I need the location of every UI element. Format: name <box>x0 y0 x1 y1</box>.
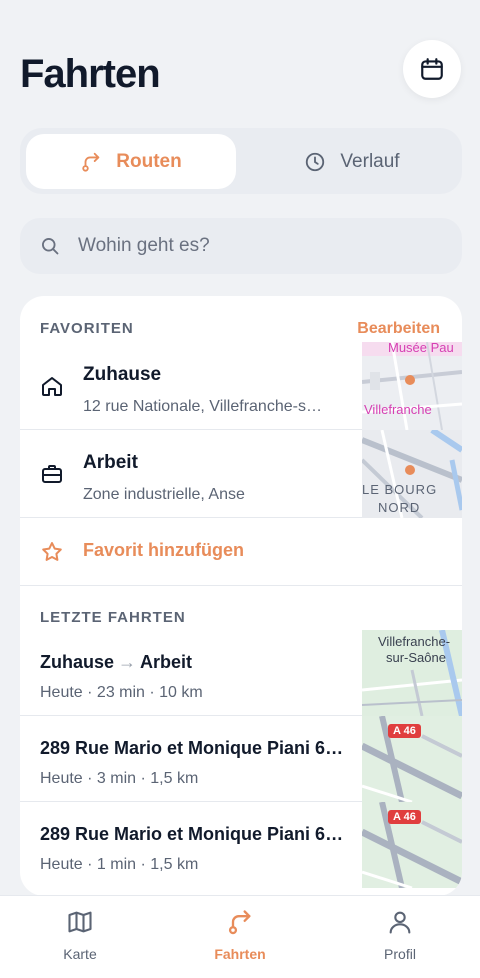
edit-favorites-button[interactable]: Bearbeiten <box>357 320 440 338</box>
trip-meta: Heute · 23 min · 10 km <box>40 684 203 701</box>
map-label: LE BOURG <box>362 482 438 497</box>
favorite-item-home[interactable]: Zuhause 12 rue Nationale, Villefranche-s… <box>20 342 462 430</box>
map-thumbnail: Villefranche- sur-Saône <box>362 630 462 716</box>
favorite-item-work[interactable]: Arbeit Zone industrielle, Anse LE BOURG … <box>20 430 462 518</box>
home-icon <box>42 377 62 396</box>
favorite-title: Zuhause <box>83 364 162 385</box>
favorites-section-label: FAVORITEN <box>40 320 134 337</box>
search-icon <box>42 238 59 255</box>
favorite-address: 12 rue Nationale, Villefranche-s… <box>83 398 322 415</box>
favorite-address: Zone industrielle, Anse <box>83 486 245 503</box>
favorite-title: Arbeit <box>83 452 138 473</box>
map-thumbnail: A 46 <box>362 802 462 888</box>
road-badge: A 46 <box>388 810 421 824</box>
search-bar[interactable] <box>20 218 462 274</box>
map-label: sur-Saône <box>386 650 446 665</box>
tab-map[interactable]: Karte <box>20 908 140 962</box>
map-thumbnail: A 46 <box>362 716 462 802</box>
trip-title: 289 Rue Mario et Monique Piani 6… <box>40 738 344 758</box>
trip-title: 289 Rue Mario et Monique Piani 6… <box>40 824 344 844</box>
map-label: Musée Pau <box>388 342 454 355</box>
tab-routes[interactable]: Routen <box>26 134 236 189</box>
map-thumbnail: Musée Pau Villefranche <box>362 342 462 430</box>
add-favorite-button[interactable]: Favorit hinzufügen <box>20 516 462 586</box>
tab-trips-label: Fahrten <box>214 946 266 962</box>
tab-routes-label: Routen <box>116 150 182 172</box>
calendar-icon <box>421 58 443 80</box>
recent-trip[interactable]: 289 Rue Mario et Monique Piani 6… Heute … <box>20 716 462 802</box>
route-icon <box>82 152 100 172</box>
clock-icon <box>306 152 325 171</box>
trip-from: Zuhause <box>40 652 115 672</box>
tab-map-label: Karte <box>63 946 97 962</box>
arrow-right-icon: → <box>118 652 137 672</box>
star-icon <box>42 542 62 561</box>
trip-title: Zuhause → Arbeit <box>40 652 192 673</box>
trip-meta: Heute · 3 min · 1,5 km <box>40 770 199 787</box>
map-label: NORD <box>378 500 421 515</box>
recent-trip[interactable]: Zuhause → Arbeit Heute · 23 min · 10 km Vi… <box>20 630 462 716</box>
recent-section-label: LETZTE FAHRTEN <box>40 609 186 626</box>
tab-history-label: Verlauf <box>340 150 400 172</box>
routes-card: FAVORITEN Bearbeiten Zuhause 12 rue Nati… <box>20 296 462 896</box>
tab-profile-label: Profil <box>384 946 416 962</box>
map-thumbnail: LE BOURG NORD <box>362 430 462 518</box>
calendar-button[interactable] <box>403 40 461 98</box>
add-favorite-label: Favorit hinzufügen <box>83 540 244 560</box>
trip-to: Arbeit <box>140 652 193 672</box>
map-label: Villefranche- <box>378 634 451 649</box>
tab-trips[interactable]: Fahrten <box>180 908 300 962</box>
user-icon <box>389 911 411 934</box>
map-icon <box>68 911 92 933</box>
search-input[interactable] <box>78 235 408 257</box>
view-switch: Routen Verlauf <box>20 128 462 194</box>
road-badge: A 46 <box>388 724 421 738</box>
header: Fahrten <box>0 0 480 130</box>
tab-profile[interactable]: Profil <box>340 908 460 962</box>
briefcase-icon <box>42 465 62 483</box>
trip-meta: Heute · 1 min · 1,5 km <box>40 856 199 873</box>
recent-trip[interactable]: 289 Rue Mario et Monique Piani 6… Heute … <box>20 802 462 888</box>
tab-history[interactable]: Verlauf <box>248 134 456 189</box>
page-title: Fahrten <box>20 52 161 96</box>
route-icon <box>228 910 251 935</box>
map-label: Villefranche <box>364 402 432 417</box>
bottom-tab-bar: Karte Fahrten Profil <box>0 895 480 978</box>
